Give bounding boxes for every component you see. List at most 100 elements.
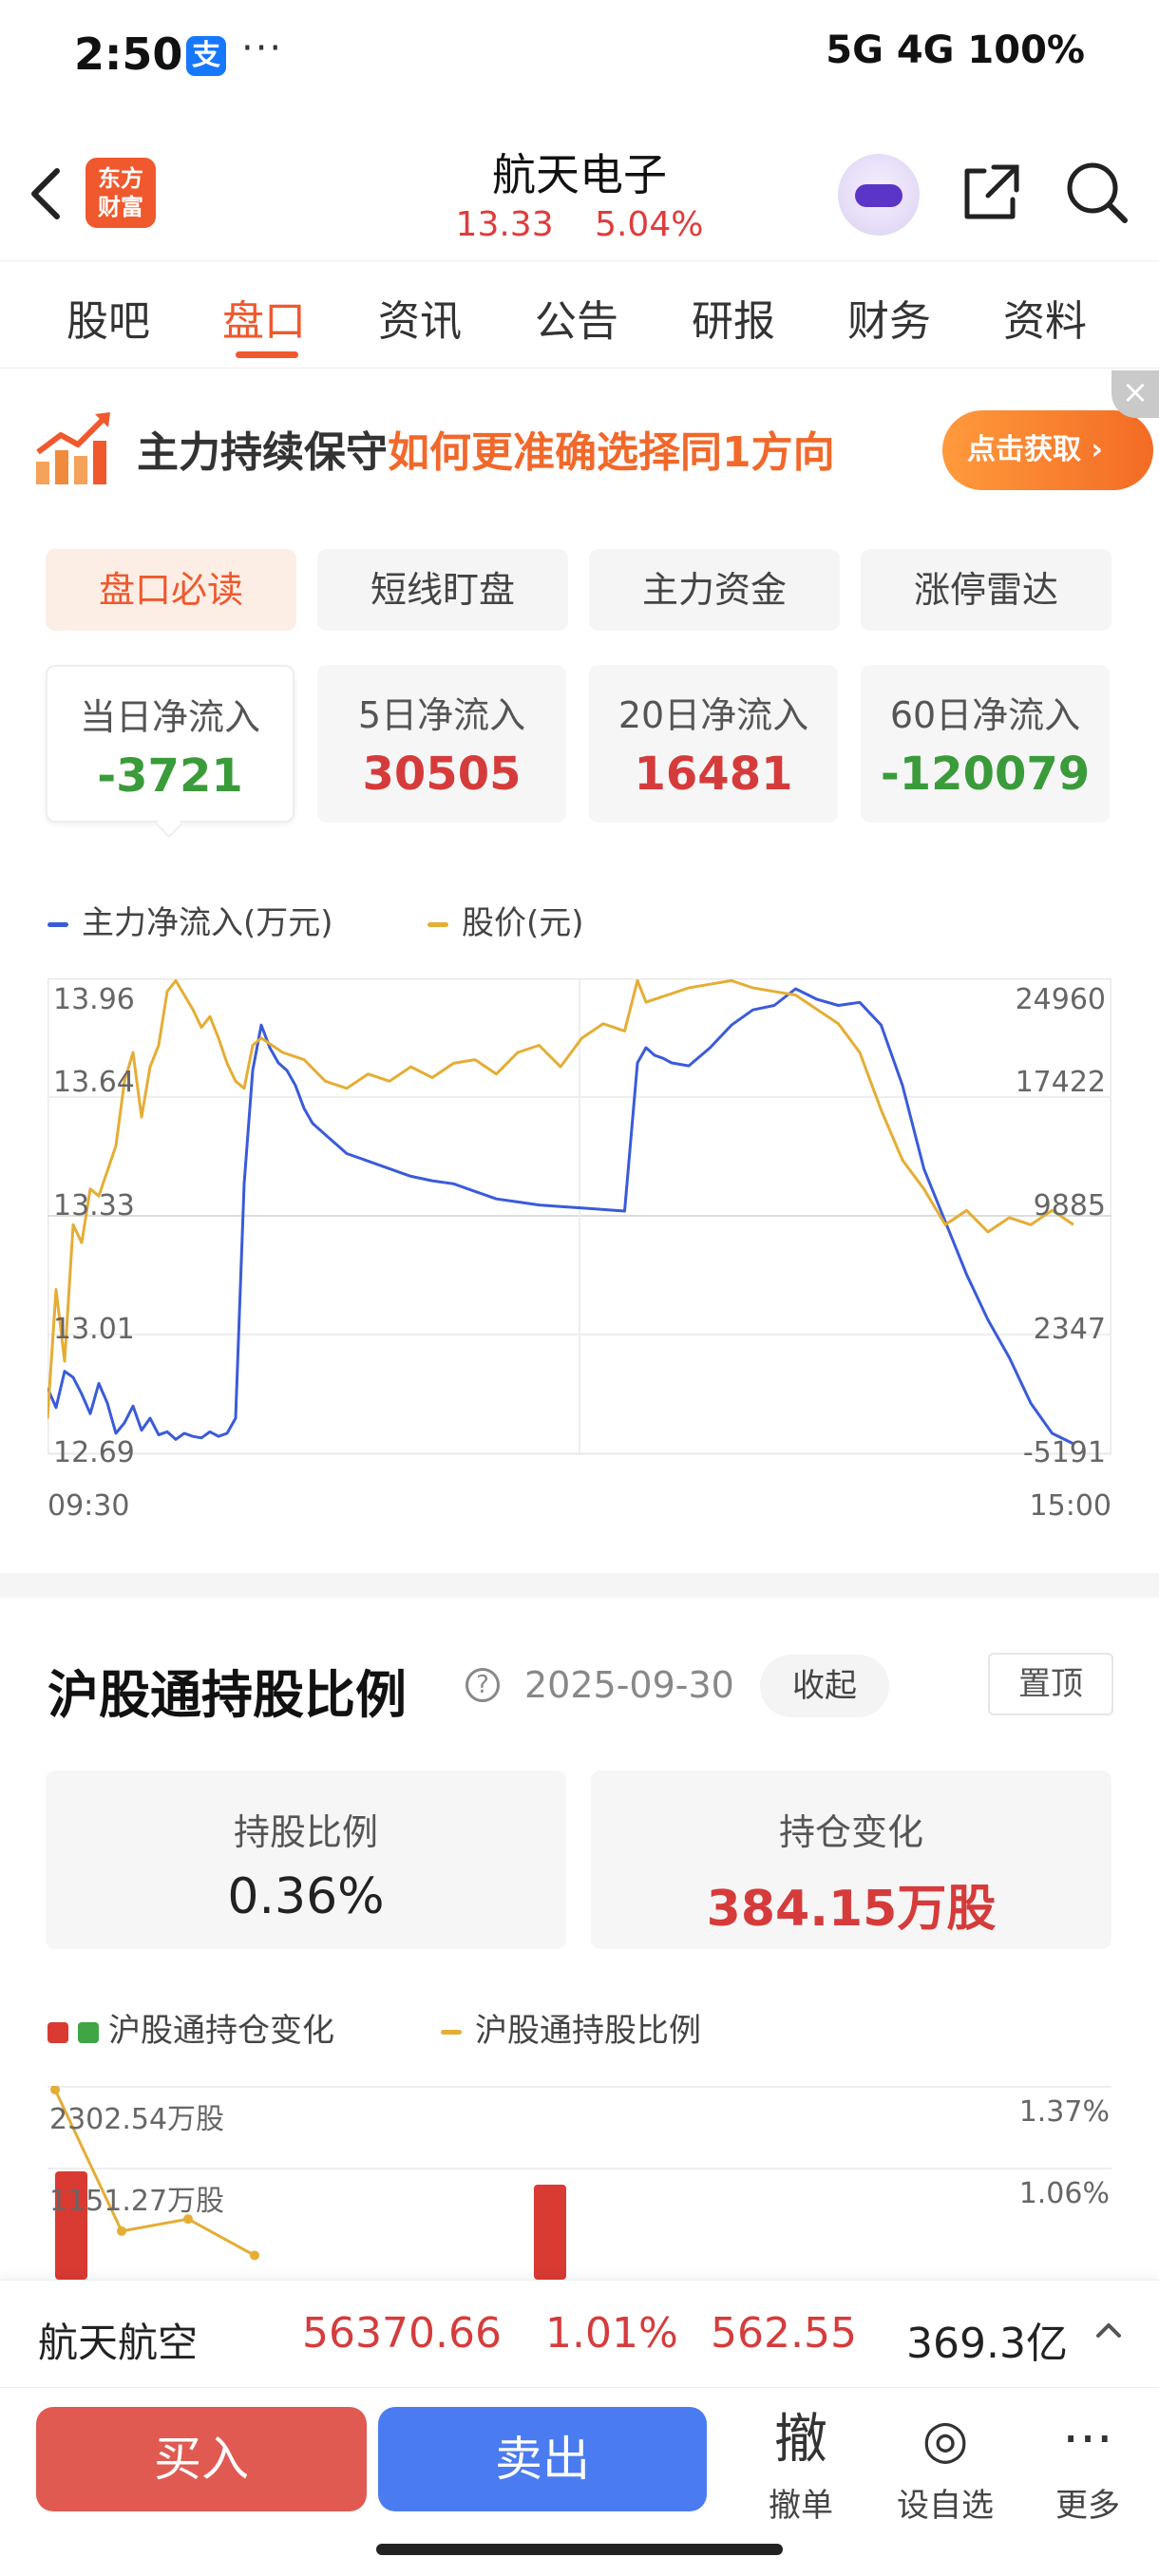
watchlist-icon: ◎ <box>922 2409 969 2471</box>
x-tick-end: 15:00 <box>1029 1489 1112 1523</box>
tab-research[interactable]: 研报 <box>692 287 775 348</box>
legend-swatch <box>441 2030 462 2035</box>
flow-card-60d[interactable]: 60日净流入 -120079 <box>861 665 1110 823</box>
main-tabs: 股吧 盘口 资讯 公告 研报 财务 资料 <box>0 262 1159 369</box>
close-icon[interactable]: × <box>1112 370 1159 418</box>
flow-value: 30505 <box>362 748 522 801</box>
tab-profile[interactable]: 资料 <box>1003 287 1087 348</box>
chart2-legend-change: 沪股通持仓变化 <box>48 2004 334 2051</box>
stat-card-position-change: 持仓变化 384.15万股 <box>591 1771 1112 1949</box>
y-tick-left: 13.33 <box>53 1189 135 1222</box>
tab-finance[interactable]: 财务 <box>847 287 931 348</box>
sell-button[interactable]: 卖出 <box>378 2407 707 2511</box>
subtab-must-read[interactable]: 盘口必读 <box>46 549 296 631</box>
banner-cta-label: 点击获取 <box>967 433 1081 466</box>
more-button[interactable]: ··· 更多 <box>1026 2407 1150 2526</box>
y-tick-right: 1.06% <box>1018 2177 1110 2210</box>
banner-text-dark: 主力持续保守 <box>137 428 388 477</box>
index-name: 航天航空 <box>38 2320 199 2366</box>
add-watchlist-label: 设自选 <box>897 2487 994 2525</box>
rising-chart-icon <box>36 412 110 484</box>
intraday-flow-chart[interactable] <box>48 978 1112 1472</box>
legend-swatch-down <box>78 2021 99 2043</box>
flow-label: 20日净流入 <box>618 694 809 736</box>
tab-guba[interactable]: 股吧 <box>66 287 150 348</box>
chart2-legend-ratio: 沪股通持股比例 <box>441 2004 701 2051</box>
holding-change-bar <box>534 2185 566 2280</box>
y-tick-right: 17422 <box>1015 1066 1106 1099</box>
search-icon[interactable] <box>1064 160 1130 226</box>
subtab-limit-radar[interactable]: 涨停雷达 <box>861 549 1112 631</box>
stat-value: 0.36% <box>227 1868 385 1925</box>
legend-label: 沪股通持股比例 <box>475 2012 701 2050</box>
hsgt-date: 2025-09-30 <box>524 1664 734 1706</box>
tab-news[interactable]: 资讯 <box>378 287 462 348</box>
tab-pankou[interactable]: 盘口 <box>222 287 306 348</box>
y-tick-left: 13.64 <box>53 1066 135 1099</box>
index-pct: 1.01% <box>545 2309 678 2358</box>
cancel-order-icon: 撤 <box>774 2409 827 2471</box>
y-tick-right: 9885 <box>1033 1189 1106 1222</box>
y-tick-left: 13.01 <box>53 1313 135 1346</box>
share-icon[interactable] <box>960 161 1022 224</box>
banner-text: 主力持续保守如何更准确选择同1方向 <box>137 418 835 479</box>
collapse-button[interactable]: 收起 <box>760 1655 889 1717</box>
stat-label: 持股比例 <box>233 1811 378 1853</box>
flow-card-today[interactable]: 当日净流入 -3721 <box>46 665 294 823</box>
banner-cta-button[interactable]: 点击获取 › <box>942 410 1153 490</box>
promo-banner[interactable]: 主力持续保守如何更准确选择同1方向 点击获取 › × <box>0 370 1159 522</box>
section-divider <box>0 1573 1159 1598</box>
chart-legend-price: 股价(元) <box>428 897 584 943</box>
stock-header: 东方 财富 航天电子 13.33 5.04% <box>0 133 1159 261</box>
y-tick-right: 24960 <box>1015 983 1106 1016</box>
flow-label: 当日净流入 <box>79 696 260 738</box>
legend-swatch-up <box>48 2021 68 2043</box>
home-indicator[interactable] <box>376 2544 783 2555</box>
flow-label: 5日净流入 <box>357 694 526 736</box>
holding-ratio-point <box>50 2086 60 2094</box>
stock-price: 13.33 <box>455 205 554 244</box>
stat-value: 384.15万股 <box>706 1881 997 1938</box>
banner-text-highlight: 如何更准确选择同1方向 <box>388 428 835 477</box>
y-tick-right: 2347 <box>1033 1313 1106 1346</box>
y-tick-right: 1.37% <box>1018 2095 1110 2129</box>
active-tab-indicator <box>236 351 298 358</box>
legend-label: 主力净流入(万元) <box>82 904 333 942</box>
stat-card-holding-ratio: 持股比例 0.36% <box>46 1771 566 1949</box>
stat-label: 持仓变化 <box>778 1811 923 1853</box>
index-change: 562.55 <box>711 2309 857 2358</box>
ai-assistant-icon[interactable] <box>838 154 920 236</box>
chart-legend-flow: 主力净流入(万元) <box>48 897 333 943</box>
flow-card-5d[interactable]: 5日净流入 30505 <box>317 665 566 823</box>
status-indicators: 5G 4G 100% <box>826 28 1085 72</box>
legend-swatch <box>48 922 68 927</box>
x-tick-start: 09:30 <box>48 1489 130 1523</box>
index-amount: 369.3亿 <box>906 2320 1068 2368</box>
more-icon: ··· <box>1062 2409 1113 2471</box>
flow-value: -3721 <box>97 749 243 803</box>
y-tick-left: 12.69 <box>53 1436 135 1469</box>
cancel-order-button[interactable]: 撤 撤单 <box>739 2407 863 2526</box>
more-notifications-icon: ··· <box>241 27 284 70</box>
flow-value: 16481 <box>634 748 793 801</box>
flow-label: 60日净流入 <box>889 694 1081 736</box>
status-time: 2:50 <box>74 28 183 80</box>
cancel-order-label: 撤单 <box>769 2487 833 2525</box>
hsgt-section-title: 沪股通持股比例 <box>48 1665 407 1725</box>
subtab-short-watch[interactable]: 短线盯盘 <box>317 549 568 631</box>
flow-value: -120079 <box>880 748 1091 801</box>
status-bar: 2:50 支 ··· 5G 4G 100% <box>0 0 1159 114</box>
help-icon[interactable]: ? <box>466 1668 500 1702</box>
price-line <box>48 978 1074 1419</box>
flow-card-20d[interactable]: 20日净流入 16481 <box>589 665 838 823</box>
y-tick-right: -5191 <box>1022 1436 1106 1469</box>
index-price: 56370.66 <box>302 2309 502 2358</box>
chevron-up-icon[interactable] <box>1092 2315 1125 2347</box>
buy-button[interactable]: 买入 <box>36 2407 367 2511</box>
add-watchlist-button[interactable]: ◎ 设自选 <box>884 2407 1007 2526</box>
holding-ratio-point <box>250 2250 259 2261</box>
tab-announcements[interactable]: 公告 <box>535 287 618 348</box>
index-ticker[interactable]: 航天航空 56370.66 1.01% 562.55 369.3亿 <box>0 2280 1159 2388</box>
pin-top-button[interactable]: 置顶 <box>988 1653 1113 1715</box>
subtab-main-funds[interactable]: 主力资金 <box>589 549 840 631</box>
